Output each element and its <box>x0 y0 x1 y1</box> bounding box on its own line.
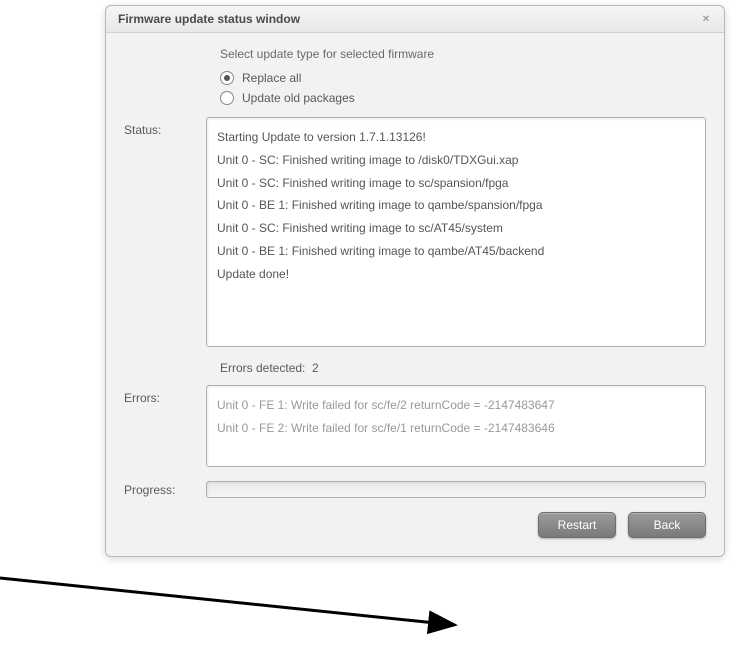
status-line: Unit 0 - BE 1: Finished writing image to… <box>217 240 695 263</box>
annotation-arrow-icon <box>0 570 470 640</box>
errors-detected: Errors detected: 2 <box>220 361 706 375</box>
radio-replace-all[interactable]: Replace all <box>220 71 706 85</box>
status-textbox[interactable]: Starting Update to version 1.7.1.13126! … <box>206 117 706 347</box>
status-line: Update done! <box>217 263 695 286</box>
status-label: Status: <box>124 117 206 137</box>
radio-icon <box>220 91 234 105</box>
errors-row: Errors: Unit 0 - FE 1: Write failed for … <box>124 385 706 467</box>
errors-textbox[interactable]: Unit 0 - FE 1: Write failed for sc/fe/2 … <box>206 385 706 467</box>
close-icon[interactable]: ✕ <box>698 12 714 26</box>
update-type-section: Select update type for selected firmware… <box>220 47 706 105</box>
errors-detected-count: 2 <box>312 361 319 375</box>
status-line: Unit 0 - SC: Finished writing image to /… <box>217 149 695 172</box>
progress-row: Progress: <box>124 481 706 498</box>
radio-label: Update old packages <box>242 91 355 105</box>
radio-icon <box>220 71 234 85</box>
back-button[interactable]: Back <box>628 512 706 538</box>
progress-bar <box>206 481 706 498</box>
status-line: Unit 0 - SC: Finished writing image to s… <box>217 217 695 240</box>
status-line: Starting Update to version 1.7.1.13126! <box>217 126 695 149</box>
radio-update-old[interactable]: Update old packages <box>220 91 706 105</box>
errors-detected-label: Errors detected: <box>220 361 305 375</box>
button-row: Restart Back <box>124 508 706 542</box>
window-content: Select update type for selected firmware… <box>106 33 724 556</box>
error-line: Unit 0 - FE 2: Write failed for sc/fe/1 … <box>217 417 695 440</box>
progress-label: Progress: <box>124 483 206 497</box>
status-line: Unit 0 - SC: Finished writing image to s… <box>217 172 695 195</box>
restart-button[interactable]: Restart <box>538 512 616 538</box>
window-title: Firmware update status window <box>118 12 300 26</box>
radio-label: Replace all <box>242 71 301 85</box>
errors-label: Errors: <box>124 385 206 405</box>
instruction-text: Select update type for selected firmware <box>220 47 706 61</box>
status-line: Unit 0 - BE 1: Finished writing image to… <box>217 194 695 217</box>
titlebar: Firmware update status window ✕ <box>106 6 724 33</box>
error-line: Unit 0 - FE 1: Write failed for sc/fe/2 … <box>217 394 695 417</box>
status-row: Status: Starting Update to version 1.7.1… <box>124 117 706 347</box>
firmware-status-window: Firmware update status window ✕ Select u… <box>105 5 725 557</box>
